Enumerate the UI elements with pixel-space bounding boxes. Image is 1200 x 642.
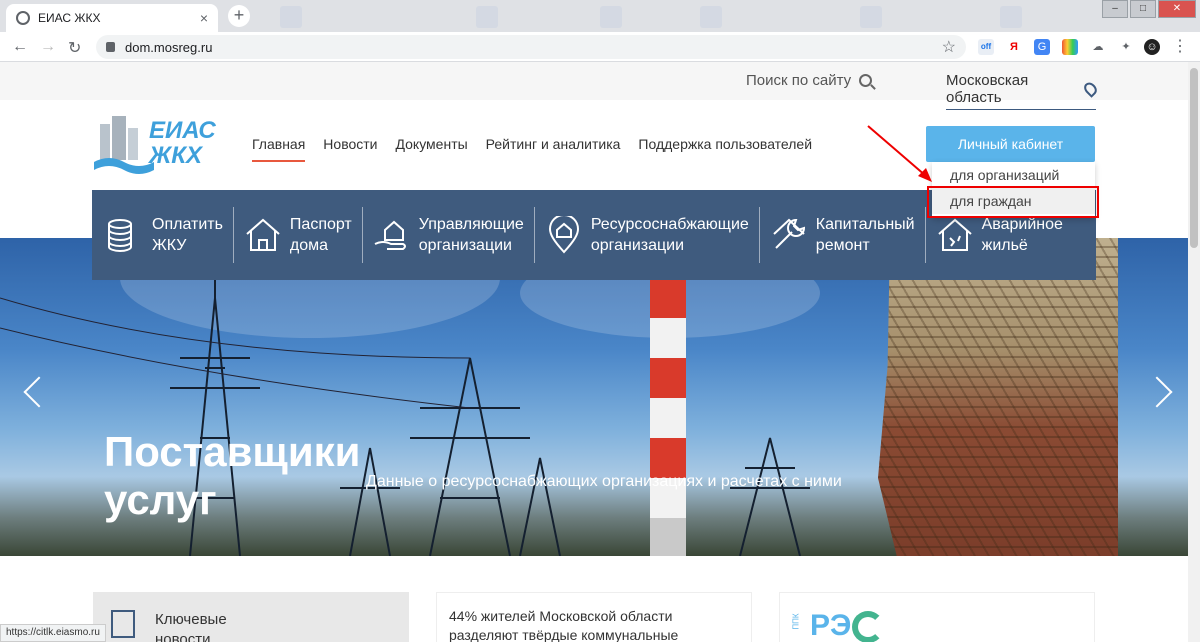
wrench-gear-icon [773,218,805,249]
address-bar-row: ← → ↻ dom.mosreg.ru ☆ off Я G ☁ ✦ ☺ ⋮ [0,32,1200,62]
cloud-icon[interactable]: ☁ [1090,39,1106,55]
service-label-line2: организации [418,237,512,254]
service-label-line2: жильё [981,237,1028,254]
location-pin-house-icon [548,216,579,254]
service-label-line2: дома [289,237,329,254]
logo-text-line2: ЖКХ [149,142,203,169]
close-tab-icon[interactable]: × [200,10,208,26]
service-pay-utilities[interactable]: Оплатить ЖКУ [92,207,234,263]
cooling-tower [878,238,1118,556]
lock-icon [106,42,115,52]
news-card[interactable]: 44% жителей Московской области разделяют… [436,592,752,642]
service-capital-repair[interactable]: Капитальный ремонт [760,207,926,263]
background-window-icon [280,6,302,28]
key-news-title-line1: Ключевые [155,611,227,628]
forward-arrow-icon[interactable]: → [40,38,56,56]
tab-title: ЕИАС ЖКХ [38,11,101,25]
reo-small-label: ППК [791,613,801,630]
background-window-icon [860,6,882,28]
newspaper-icon [111,610,135,638]
nav-item-support[interactable]: Поддержка пользователей [638,136,812,162]
url-omnibox[interactable]: dom.mosreg.ru ☆ [96,35,966,59]
browser-tab[interactable]: ЕИАС ЖКХ × [6,4,218,32]
new-tab-button[interactable]: + [228,5,250,27]
page-scrollbar[interactable] [1188,62,1200,642]
dropdown-item-organizations[interactable]: для организаций [932,162,1095,188]
reo-logo-text: РЭ [810,609,852,642]
website-viewport: Поиск по сайту Московская область ЕИАС Ж… [0,62,1188,642]
reo-ring-icon [852,611,884,642]
service-resource-companies[interactable]: Ресурсоснабжающие организации [535,207,760,263]
nav-item-news[interactable]: Новости [323,136,377,162]
bookmark-star-icon[interactable]: ☆ [942,37,956,57]
scrollbar-thumb[interactable] [1190,68,1198,248]
key-news-title-line2: новости [155,631,211,642]
hero-title-line1: Поставщики [104,428,361,475]
background-window-icon [700,6,722,28]
background-window-icon [600,6,622,28]
yandex-icon[interactable]: Я [1006,39,1022,55]
top-strip: Поиск по сайту Московская область [0,62,1188,110]
building-wave-icon [94,116,154,174]
background-window-icon [476,6,498,28]
window-controls: – □ ✕ [1102,0,1196,18]
service-label-line1: Оплатить [152,216,223,233]
hero-title: Поставщики услуг [104,428,361,524]
service-label-line2: ЖКУ [152,237,187,254]
service-label-line2: организации [590,237,685,254]
globe-icon [16,11,30,25]
browser-tab-bar: ЕИАС ЖКХ × + – □ ✕ [0,0,1200,32]
site-search[interactable]: Поиск по сайту [746,72,873,89]
annotation-highlight-box [927,186,1099,218]
hero-subtitle: Данные о ресурсоснабжающих организациях … [366,473,842,490]
back-arrow-icon[interactable]: ← [12,38,28,56]
background-window-icon [1000,6,1022,28]
browser-menu-icon[interactable]: ⋮ [1172,39,1188,55]
annotation-arrow [867,125,932,182]
search-label: Поиск по сайту [746,72,852,89]
extension-off-icon[interactable]: off [978,39,994,55]
region-label: Московская область [946,72,1029,106]
search-icon[interactable] [859,74,873,87]
region-selector[interactable]: Московская область [946,72,1100,110]
url-text: dom.mosreg.ru [125,39,213,55]
hero-title-line2: услуг [104,476,217,523]
hero-banner: Поставщики услуг Данные о ресурсоснабжаю… [0,238,1188,556]
service-label-line2: ремонт [815,237,870,254]
damaged-house-icon [937,218,972,251]
reo-card[interactable]: ППК РЭ [779,592,1095,642]
service-label-line1: Паспорт [289,216,352,233]
nav-item-home[interactable]: Главная [252,136,306,162]
service-label-line1: Ресурсоснабжающие [590,216,749,233]
house-icon [246,218,280,251]
reload-icon[interactable]: ↻ [68,38,81,58]
nav-item-documents[interactable]: Документы [396,136,468,162]
service-house-passport[interactable]: Паспорт дома [234,207,363,263]
key-news-card[interactable]: Ключевые новости [93,592,409,642]
minimize-button[interactable]: – [1102,0,1128,18]
puzzle-extensions-icon[interactable]: ✦ [1118,39,1134,55]
status-bar-url: https://citlk.eiasmo.ru [0,624,106,642]
color-picker-icon[interactable] [1062,39,1078,55]
service-label-line1: Управляющие [418,216,524,233]
main-navigation: Главная Новости Документы Рейтинг и анал… [252,136,812,162]
translate-icon[interactable]: G [1034,39,1050,55]
news-headline-line2: разделяют твёрдые коммунальные [449,627,679,642]
coins-stack-icon [108,219,132,253]
site-logo[interactable]: ЕИАС ЖКХ [94,114,216,176]
close-window-button[interactable]: ✕ [1158,0,1196,18]
hand-house-icon [374,220,406,250]
maximize-button[interactable]: □ [1130,0,1156,18]
chimney [650,278,686,556]
service-management-companies[interactable]: Управляющие организации [363,207,535,263]
personal-account-button[interactable]: Личный кабинет [926,126,1095,162]
logo-text-line1: ЕИАС [149,117,216,144]
service-label-line1: Капитальный [815,216,915,233]
news-headline-line1: 44% жителей Московской области [449,608,673,624]
profile-avatar[interactable]: ☺ [1144,39,1160,55]
nav-item-rating[interactable]: Рейтинг и аналитика [486,136,621,162]
